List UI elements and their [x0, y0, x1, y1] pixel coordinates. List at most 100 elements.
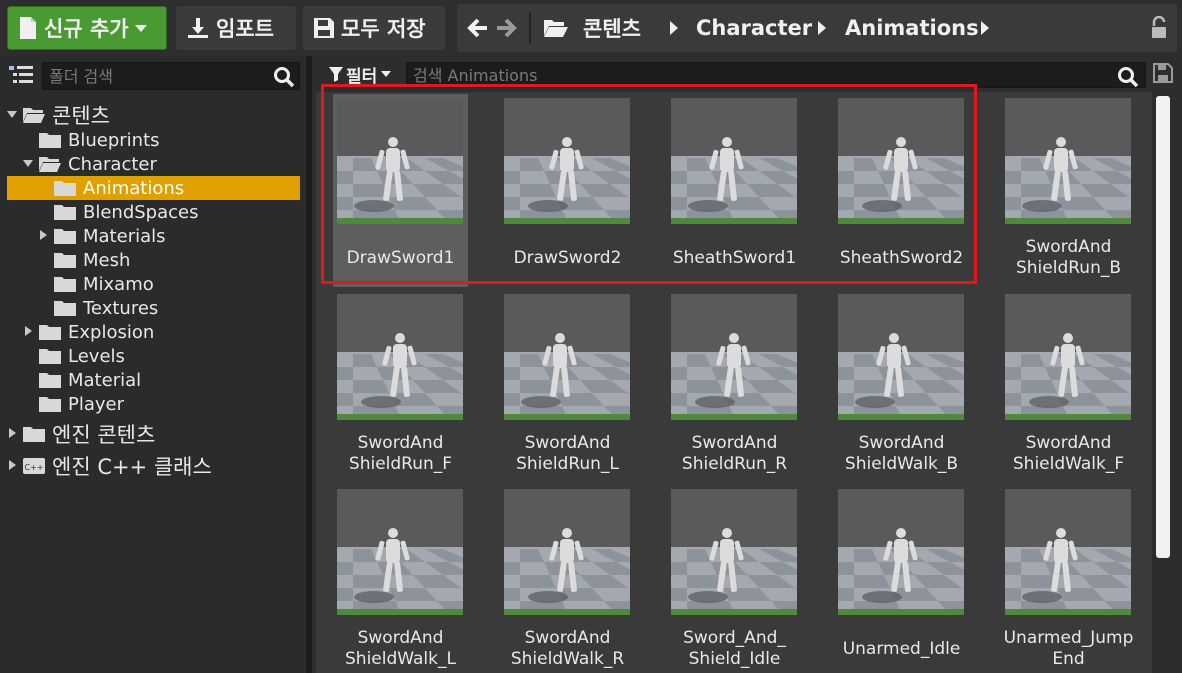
asset-name-line2: ShieldWalk_R	[510, 649, 625, 669]
asset-name: SwordAnd ShieldRun_R	[657, 433, 812, 475]
asset-name-line2: ShieldWalk_B	[844, 454, 959, 474]
asset-thumbnail	[1005, 294, 1131, 420]
tree-item[interactable]: BlendSpaces	[53, 200, 199, 224]
tree-item[interactable]: Blueprints	[38, 128, 160, 152]
asset-name-line1: Sword_And_	[683, 628, 786, 648]
folder-open-button[interactable]	[543, 4, 569, 52]
collapse-arrow-icon[interactable]	[7, 111, 17, 118]
back-button[interactable]	[467, 4, 489, 52]
breadcrumb-item[interactable]: Character	[696, 4, 812, 52]
collapse-arrow-icon[interactable]	[23, 160, 33, 167]
animation-thumbnail-image	[504, 489, 630, 615]
breadcrumb-separator[interactable]	[670, 4, 678, 52]
folder-icon	[54, 277, 76, 292]
expand-arrow-icon[interactable]	[40, 230, 47, 240]
folder-icon	[39, 133, 61, 148]
folder-icon	[23, 427, 45, 442]
animation-thumbnail-image	[337, 98, 463, 224]
breadcrumb-separator[interactable]	[818, 4, 826, 52]
search-icon[interactable]	[273, 66, 295, 88]
asset-thumbnail	[838, 489, 964, 615]
tree-item[interactable]: Materials	[53, 224, 166, 248]
folder-icon	[39, 373, 61, 388]
asset-name-line2: End	[1052, 649, 1085, 669]
tree-item[interactable]: Levels	[38, 344, 125, 368]
asset-thumbnail	[337, 489, 463, 615]
top-toolbar: 신규 추가 임포트 모두 저장 콘텐츠 Character Animations	[0, 0, 1182, 56]
tree-item[interactable]: Explosion	[38, 320, 154, 344]
expand-arrow-icon[interactable]	[9, 428, 16, 438]
tree-item[interactable]: 콘텐츠	[22, 103, 110, 128]
asset-thumbnail	[337, 294, 463, 420]
folder-icon	[39, 397, 61, 412]
save-icon	[314, 18, 334, 38]
animation-thumbnail-image	[337, 294, 463, 420]
lock-icon	[1152, 16, 1166, 38]
folder-open-icon	[39, 157, 61, 172]
asset-name-line2: ShieldRun_F	[348, 454, 453, 474]
asset-thumbnail	[504, 98, 630, 224]
tree-item[interactable]: 엔진 콘텐츠	[22, 422, 155, 447]
add-new-label: 신규 추가	[44, 17, 129, 41]
search-icon[interactable]	[1117, 66, 1139, 88]
asset-name-line2: ShieldWalk_L	[345, 649, 456, 669]
save-all-label: 모두 저장	[341, 17, 426, 41]
asset-name: SwordAnd ShieldWalk_B	[824, 433, 979, 475]
asset-thumbnail	[671, 489, 797, 615]
asset-name-line2: ShieldWalk_F	[1012, 454, 1125, 474]
asset-thumbnail	[504, 489, 630, 615]
animation-thumbnail-image	[504, 294, 630, 420]
asset-search-input[interactable]	[407, 63, 1145, 87]
folder-search-input[interactable]	[43, 63, 299, 89]
animation-thumbnail-image	[1005, 489, 1131, 615]
expand-arrow-icon[interactable]	[25, 326, 32, 336]
filter-label: 필터	[346, 66, 378, 87]
filter-button[interactable]: 필터	[328, 62, 402, 87]
asset-name: SwordAnd ShieldWalk_L	[323, 628, 478, 670]
animation-thumbnail-image	[1005, 294, 1131, 420]
tree-item[interactable]: Character	[38, 152, 157, 176]
forward-arrow-icon	[497, 18, 517, 38]
folder-icon	[54, 229, 76, 244]
tree-item[interactable]: Player	[38, 392, 124, 416]
animation-thumbnail-image	[838, 98, 964, 224]
save-search-button[interactable]	[1153, 63, 1173, 87]
import-button[interactable]: 임포트	[176, 6, 296, 50]
tree-item[interactable]: Material	[38, 368, 141, 392]
asset-name: DrawSword1	[346, 248, 455, 268]
tree-item[interactable]: C++ 엔진 C++ 클래스	[22, 454, 212, 479]
tree-item[interactable]: Animations	[53, 176, 184, 200]
asset-scrollbar[interactable]	[1156, 96, 1170, 558]
asset-name: Unarmed_Jump End	[991, 628, 1146, 670]
new-file-icon	[20, 17, 36, 39]
breadcrumb-item[interactable]: 콘텐츠	[583, 4, 641, 52]
animation-thumbnail-image	[671, 294, 797, 420]
breadcrumb-separator[interactable]	[981, 4, 989, 52]
chevron-down-icon	[134, 24, 147, 32]
tree-view-toggle-button[interactable]	[8, 64, 34, 90]
tree-item-label: Blueprints	[68, 129, 160, 151]
asset-thumbnail	[1005, 98, 1131, 224]
animation-thumbnail-image	[337, 489, 463, 615]
chevron-down-icon	[381, 71, 392, 77]
asset-name-line1: SwordAnd	[691, 433, 778, 453]
tree-item[interactable]: Mesh	[53, 248, 130, 272]
asset-name-line1: Unarmed_Jump	[1003, 628, 1134, 648]
folder-open-icon	[23, 108, 45, 123]
tree-item[interactable]: Textures	[53, 296, 158, 320]
forward-button[interactable]	[495, 4, 517, 52]
save-all-button[interactable]: 모두 저장	[303, 6, 445, 50]
asset-name-line2: Shield_Idle	[688, 649, 781, 669]
asset-name: Sword_And_ Shield_Idle	[657, 628, 812, 670]
tree-item[interactable]: Mixamo	[53, 272, 154, 296]
asset-name-line1: SwordAnd	[357, 628, 444, 648]
expand-arrow-icon[interactable]	[9, 460, 16, 470]
cpp-class-icon: C++	[23, 458, 45, 474]
asset-thumbnail	[671, 98, 797, 224]
lock-button[interactable]	[1149, 4, 1169, 52]
tree-item-label: Mixamo	[83, 273, 154, 295]
folder-icon	[39, 325, 61, 340]
chevron-right-icon	[818, 21, 826, 35]
breadcrumb-item[interactable]: Animations	[845, 4, 979, 52]
add-new-button[interactable]: 신규 추가	[7, 6, 167, 50]
